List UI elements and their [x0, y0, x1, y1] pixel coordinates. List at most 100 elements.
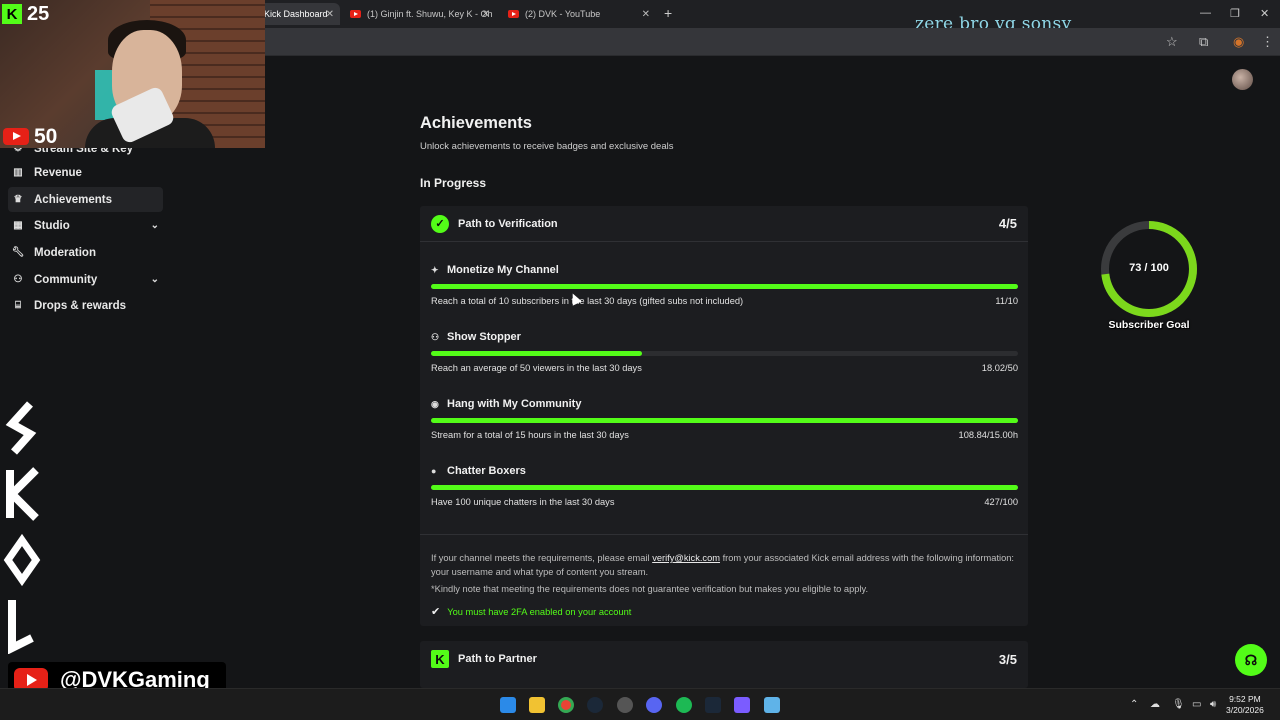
- cloud-icon[interactable]: ☁: [1150, 699, 1160, 710]
- close-icon[interactable]: ✕: [642, 9, 650, 20]
- task-value: 108.84/15.00h: [958, 430, 1018, 440]
- sparkle-icon: ✦: [431, 264, 439, 275]
- sidebar-item-studio[interactable]: ▦ Studio ⌄: [8, 213, 163, 238]
- divider: [420, 534, 1028, 535]
- chrome-icon[interactable]: [558, 697, 574, 713]
- task-name: Chatter Boxers: [447, 465, 526, 477]
- verification-card: ✓ Path to Verification 4/5 ✦ Monetize My …: [420, 206, 1028, 626]
- discord-icon[interactable]: [646, 697, 662, 713]
- page-subtitle: Unlock achievements to receive badges an…: [420, 141, 674, 152]
- goal-label: Subscriber Goal: [1108, 319, 1190, 331]
- task-description: Stream for a total of 15 hours in the la…: [431, 430, 629, 440]
- notepad-icon[interactable]: [764, 697, 780, 713]
- chevron-down-icon[interactable]: ⌄: [151, 220, 159, 231]
- partner-card: K Path to Partner 3/5: [420, 641, 1028, 688]
- star-icon[interactable]: ☆: [1166, 34, 1178, 50]
- progress-fill: [431, 284, 1018, 289]
- close-icon[interactable]: ✕: [482, 9, 490, 20]
- webcam-overlay: K 25 50: [0, 0, 265, 148]
- sidebar-item-community[interactable]: ⚇ Community ⌄: [8, 267, 163, 292]
- task-hang-community: ◉ Hang with My Community Stream for a tot…: [431, 398, 1018, 440]
- sidebar-item-label: Revenue: [34, 166, 82, 179]
- gift-icon: ⌸: [15, 300, 21, 311]
- trophy-icon: ♛: [13, 194, 23, 205]
- task-show-stopper: ⚇ Show Stopper Reach an average of 50 vie…: [431, 331, 1018, 373]
- card-score: 3/5: [998, 651, 1017, 667]
- task-value: 11/10: [995, 296, 1018, 306]
- system-clock[interactable]: 9:52 PM 3/20/2026: [1226, 694, 1264, 716]
- letter-o-graphic: [2, 530, 42, 590]
- spotify-icon[interactable]: [676, 697, 692, 713]
- chevron-down-icon[interactable]: ⌄: [151, 274, 159, 285]
- tab-dvk-youtube[interactable]: (2) DVK - YouTube ✕: [502, 3, 656, 25]
- tab-kick-dashboard[interactable]: Kick Dashboard ✕: [258, 3, 340, 25]
- info-text: If your channel meets the requirements, …: [431, 553, 653, 563]
- menu-icon[interactable]: ⋮: [1261, 34, 1274, 50]
- verified-badge-icon: ✓: [431, 214, 449, 233]
- avatar[interactable]: [1232, 69, 1253, 90]
- goal-count: 73 / 100: [1129, 262, 1169, 274]
- verification-note: *Kindly note that meeting the requiremen…: [431, 584, 869, 594]
- windows-start-icon[interactable]: [500, 697, 516, 713]
- task-name: Monetize My Channel: [447, 264, 559, 276]
- task-name: Hang with My Community: [447, 398, 582, 410]
- new-tab-button[interactable]: +: [664, 5, 672, 21]
- progress-bar: [431, 485, 1018, 490]
- verification-card-header[interactable]: ✓ Path to Verification 4/5: [420, 206, 1028, 242]
- sidebar-item-drops-rewards[interactable]: ⌸ Drops & rewards: [8, 293, 163, 318]
- extensions-icon[interactable]: ⧉: [1199, 34, 1208, 50]
- chart-icon: ▥: [13, 167, 23, 178]
- partner-card-header[interactable]: K Path to Partner 3/5: [420, 641, 1028, 677]
- sidebar-item-achievements[interactable]: ♛ Achievements: [8, 187, 163, 212]
- tab-label: (2) DVK - YouTube: [525, 9, 601, 19]
- progress-bar: [431, 284, 1018, 289]
- volume-icon[interactable]: 🔊︎: [1210, 699, 1216, 710]
- profile-icon[interactable]: ◉: [1233, 34, 1244, 50]
- monitor-icon[interactable]: ▭: [1192, 699, 1201, 710]
- youtube-icon: [3, 128, 29, 145]
- broadcast-icon: ◉: [431, 398, 439, 409]
- card-title: Path to Verification: [458, 217, 558, 230]
- studio-icon: ▦: [13, 220, 23, 231]
- tab-label: Kick Dashboard: [264, 9, 328, 19]
- app-grid-icon[interactable]: [734, 697, 750, 713]
- microphone-icon[interactable]: 🎙︎: [1172, 699, 1185, 710]
- section-heading: In Progress: [420, 176, 487, 190]
- clock-date: 3/20/2026: [1226, 705, 1264, 715]
- letter-k-graphic: [2, 464, 42, 524]
- sidebar-item-revenue[interactable]: ▥ Revenue: [8, 160, 163, 185]
- progress-bar: [431, 418, 1018, 423]
- steam-app-icon[interactable]: [705, 697, 721, 713]
- chevron-up-icon[interactable]: ⌃: [1130, 699, 1138, 710]
- task-name: Show Stopper: [447, 331, 521, 343]
- letter-l-graphic: [2, 596, 42, 656]
- kick-follower-count: 25: [27, 3, 50, 25]
- tab-label: (1) Ginjin ft. Shuwu, Key K - Oh: [367, 9, 493, 19]
- restore-icon[interactable]: ❐: [1230, 7, 1240, 20]
- support-chat-icon[interactable]: ☊: [1235, 644, 1267, 676]
- obs-icon[interactable]: [617, 697, 633, 713]
- verify-email-link[interactable]: verify@kick.com: [652, 553, 720, 563]
- page-title: Achievements: [420, 114, 532, 132]
- progress-fill: [431, 485, 1018, 490]
- task-description: Reach a total of 10 subscribers in the l…: [431, 296, 744, 306]
- tab-ginjin[interactable]: (1) Ginjin ft. Shuwu, Key K - Oh ✕: [344, 3, 496, 25]
- progress-bar: [431, 351, 1018, 356]
- close-icon[interactable]: ✕: [326, 9, 334, 20]
- verification-info: If your channel meets the requirements, …: [431, 552, 1021, 579]
- kick-logo-icon: K: [2, 4, 22, 24]
- check-icon: ✔: [431, 606, 441, 618]
- task-description: Have 100 unique chatters in the last 30 …: [431, 497, 615, 507]
- sidebar-item-moderation[interactable]: 🔧︎ Moderation: [8, 240, 163, 265]
- kick-logo-icon: K: [431, 650, 449, 668]
- sidebar-item-label: Drops & rewards: [34, 299, 127, 312]
- youtube-icon: [350, 10, 361, 18]
- steam-icon[interactable]: [587, 697, 603, 713]
- card-score: 4/5: [998, 216, 1017, 231]
- youtube-subscriber-count: 50: [34, 125, 58, 148]
- file-explorer-icon[interactable]: [529, 697, 545, 713]
- minimize-icon[interactable]: —: [1200, 7, 1211, 19]
- close-window-icon[interactable]: ✕: [1260, 7, 1269, 20]
- people-icon: ⚇: [13, 274, 23, 285]
- task-chatter-boxers: ● Chatter Boxers Have 100 unique chatters…: [431, 465, 1018, 507]
